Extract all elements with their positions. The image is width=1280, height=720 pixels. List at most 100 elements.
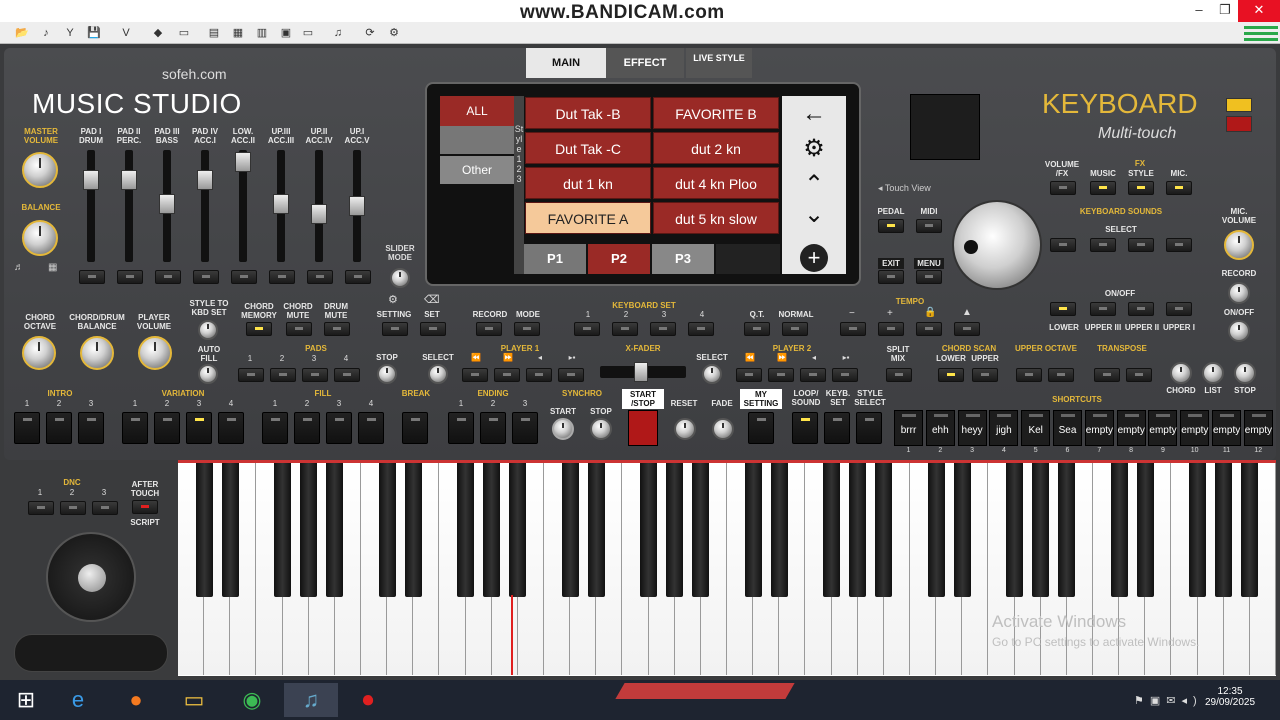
restore-icon[interactable]: ❐ [1208, 0, 1242, 22]
fx-style-button[interactable] [1128, 181, 1154, 195]
shortcut-button[interactable]: empty [1243, 410, 1273, 446]
drum-mute-button[interactable] [324, 322, 350, 336]
exit-button[interactable] [878, 270, 904, 284]
fader-handle[interactable] [159, 194, 175, 214]
reset-knob[interactable] [674, 418, 696, 440]
ending-button[interactable] [512, 412, 538, 444]
style-cell[interactable]: FAVORITE B [653, 97, 779, 129]
ks-button-2[interactable] [1090, 238, 1116, 252]
channel-mute-button[interactable] [307, 270, 333, 284]
upper-octave-minus-button[interactable] [1016, 368, 1042, 382]
variation-button[interactable] [154, 412, 180, 444]
black-key[interactable] [849, 463, 867, 597]
black-key[interactable] [1189, 463, 1207, 597]
stop-knob[interactable] [1234, 362, 1256, 384]
tab-main[interactable]: MAIN [526, 48, 606, 78]
fader-handle[interactable] [121, 170, 137, 190]
black-key[interactable] [692, 463, 710, 597]
start-stop-button[interactable] [628, 410, 658, 446]
ks-button-1[interactable] [1050, 238, 1076, 252]
mode-button[interactable] [514, 322, 540, 336]
shortcut-button[interactable]: heyy [957, 410, 987, 446]
tempo-metronome-button[interactable] [954, 322, 980, 336]
add-icon[interactable]: + [800, 244, 828, 272]
master-volume-knob[interactable] [22, 152, 58, 188]
bandicam-record-icon[interactable]: ⏺ [346, 683, 390, 717]
style-cell[interactable]: dut 5 kn slow [653, 202, 779, 234]
dnc-2-button[interactable] [60, 501, 86, 515]
loop-sound-button[interactable] [792, 412, 818, 444]
black-key[interactable] [483, 463, 501, 597]
page-tab-3[interactable]: P3 [652, 244, 714, 274]
variation-button[interactable] [122, 412, 148, 444]
black-key[interactable] [927, 463, 945, 597]
player2-button[interactable] [768, 368, 794, 382]
mic-onoff-knob[interactable] [1228, 320, 1250, 342]
black-key[interactable] [953, 463, 971, 597]
save-icon[interactable]: 💾 [86, 25, 102, 41]
style-cell[interactable]: dut 1 kn [525, 167, 651, 199]
black-key[interactable] [744, 463, 762, 597]
black-key[interactable] [300, 463, 318, 597]
p2-select-knob[interactable] [702, 364, 722, 384]
style-cell[interactable]: Dut Tak -C [525, 132, 651, 164]
black-key[interactable] [561, 463, 579, 597]
music-note-icon[interactable]: ♫ [330, 25, 346, 41]
black-key[interactable] [378, 463, 396, 597]
chevron-down-icon[interactable]: ⌄ [782, 200, 846, 229]
ks-button-3[interactable] [1128, 238, 1154, 252]
keyboard-icon[interactable]: ▦ [48, 262, 57, 273]
split-mix-button[interactable] [886, 368, 912, 382]
chrome-icon[interactable]: ◉ [230, 683, 274, 717]
dnc-1-button[interactable] [28, 501, 54, 515]
close-icon[interactable]: ✕ [1238, 0, 1280, 22]
back-arrow-icon[interactable]: ← [782, 100, 846, 128]
menu-button[interactable] [916, 270, 942, 284]
upper-octave-plus-button[interactable] [1048, 368, 1074, 382]
fill-button[interactable] [358, 412, 384, 444]
page-tab-1[interactable]: P1 [524, 244, 586, 274]
fader-handle[interactable] [197, 170, 213, 190]
slider-mode-knob[interactable] [390, 268, 410, 288]
shortcut-button[interactable]: empty [1116, 410, 1146, 446]
black-key[interactable] [1058, 463, 1076, 597]
record-indicator[interactable] [1226, 98, 1252, 112]
dnc-3-button[interactable] [92, 501, 118, 515]
midi-file-icon[interactable]: ▤ [206, 25, 222, 41]
set-button[interactable] [420, 322, 446, 336]
pedal-button[interactable] [878, 219, 904, 233]
tempo-lock-button[interactable] [916, 322, 942, 336]
pad-button[interactable] [238, 368, 264, 382]
black-key[interactable] [640, 463, 658, 597]
black-key[interactable] [221, 463, 239, 597]
yamaha-icon[interactable]: Y [62, 25, 78, 41]
chevron-up-icon[interactable]: ⌃ [782, 170, 846, 199]
player2-button[interactable] [800, 368, 826, 382]
power-button[interactable] [1226, 116, 1252, 132]
ending-button[interactable] [448, 412, 474, 444]
tempo-plus-button[interactable] [878, 322, 904, 336]
sync-start-knob[interactable] [552, 418, 574, 440]
refresh-icon[interactable]: ⟳ [362, 25, 378, 41]
speaker-icon[interactable]: ♬ [14, 262, 24, 273]
variation-button[interactable] [218, 412, 244, 444]
break-button[interactable] [402, 412, 428, 444]
channel-mute-button[interactable] [193, 270, 219, 284]
style-to-kbd-knob[interactable] [198, 320, 218, 340]
black-key[interactable] [1110, 463, 1128, 597]
channel-mute-button[interactable] [269, 270, 295, 284]
kbset-button[interactable] [688, 322, 714, 336]
p1-select-knob[interactable] [428, 364, 448, 384]
fader-handle[interactable] [273, 194, 289, 214]
player1-button[interactable] [494, 368, 520, 382]
fade-knob[interactable] [712, 418, 734, 440]
black-key[interactable] [1032, 463, 1050, 597]
setting-button[interactable] [382, 322, 408, 336]
score-icon[interactable]: ▦ [230, 25, 246, 41]
black-key[interactable] [587, 463, 605, 597]
qt-button[interactable] [744, 322, 770, 336]
black-key[interactable] [404, 463, 422, 597]
intro-button[interactable] [78, 412, 104, 444]
jog-wheel[interactable] [952, 200, 1042, 290]
player-volume-knob[interactable] [138, 336, 172, 370]
